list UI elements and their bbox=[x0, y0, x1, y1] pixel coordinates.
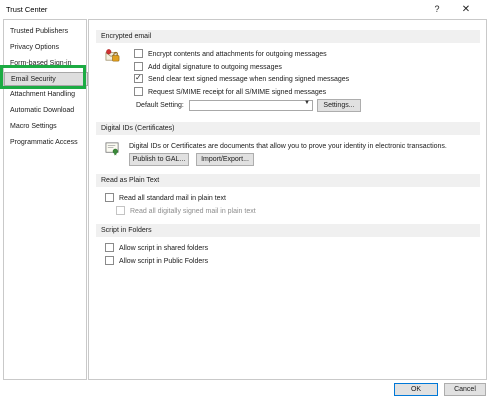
chevron-down-icon: ▼ bbox=[304, 100, 310, 106]
option-read-all-plain-text[interactable]: Read all standard mail in plain text bbox=[105, 193, 226, 204]
section-heading-read-as-plain-text: Read as Plain Text bbox=[96, 174, 480, 187]
cancel-button[interactable]: Cancel bbox=[444, 383, 486, 396]
read-signed-plain-text-label: Read all digitally signed mail in plain … bbox=[130, 208, 256, 215]
title-bar: Trust Center ? ✕ bbox=[0, 0, 490, 19]
section-heading-digital-ids: Digital IDs (Certificates) bbox=[96, 122, 480, 135]
default-setting-dropdown[interactable]: ▼ bbox=[189, 100, 313, 111]
publish-to-gal-button[interactable]: Publish to GAL... bbox=[129, 153, 189, 166]
settings-button[interactable]: Settings... bbox=[317, 99, 361, 112]
option-encrypt-contents[interactable]: Encrypt contents and attachments for out… bbox=[134, 49, 327, 60]
option-allow-script-public[interactable]: Allow script in Public Folders bbox=[105, 256, 208, 267]
option-request-smime-receipt[interactable]: Request S/MIME receipt for all S/MIME si… bbox=[134, 87, 326, 98]
ok-button[interactable]: OK bbox=[394, 383, 438, 396]
option-allow-script-shared[interactable]: Allow script in shared folders bbox=[105, 243, 208, 254]
sidebar-item-macro-settings[interactable]: Macro Settings bbox=[4, 120, 88, 134]
read-all-plain-text-label: Read all standard mail in plain text bbox=[119, 195, 227, 202]
sidebar-item-trusted-publishers[interactable]: Trusted Publishers bbox=[4, 25, 88, 39]
request-smime-receipt-label: Request S/MIME receipt for all S/MIME si… bbox=[148, 89, 327, 96]
window-title: Trust Center bbox=[6, 5, 48, 14]
sidebar-item-privacy-options[interactable]: Privacy Options bbox=[4, 41, 88, 55]
read-all-plain-text-checkbox[interactable] bbox=[105, 193, 114, 202]
section-heading-script-in-folders: Script in Folders bbox=[96, 224, 480, 237]
import-export-button[interactable]: Import/Export... bbox=[196, 153, 254, 166]
allow-script-public-checkbox[interactable] bbox=[105, 256, 114, 265]
read-signed-plain-text-checkbox bbox=[116, 206, 125, 215]
add-digital-signature-checkbox[interactable] bbox=[134, 62, 143, 71]
sidebar-item-programmatic-access[interactable]: Programmatic Access bbox=[4, 136, 88, 150]
encrypt-contents-label: Encrypt contents and attachments for out… bbox=[148, 51, 327, 58]
default-setting-label: Default Setting: bbox=[136, 102, 184, 109]
send-clear-text-checkbox[interactable] bbox=[134, 72, 143, 83]
sidebar-item-form-based-sign-in[interactable]: Form-based Sign-in bbox=[4, 57, 88, 71]
certificate-icon bbox=[105, 142, 119, 156]
allow-script-shared-label: Allow script in shared folders bbox=[119, 245, 209, 252]
option-read-signed-plain-text: Read all digitally signed mail in plain … bbox=[116, 206, 256, 217]
help-icon[interactable]: ? bbox=[428, 2, 446, 17]
sidebar-item-attachment-handling[interactable]: Attachment Handling bbox=[4, 88, 88, 102]
send-clear-text-label: Send clear text signed message when send… bbox=[148, 76, 350, 83]
add-digital-signature-label: Add digital signature to outgoing messag… bbox=[148, 64, 282, 71]
allow-script-shared-checkbox[interactable] bbox=[105, 243, 114, 252]
email-security-panel: Encrypted email Encrypt contents and att… bbox=[88, 19, 487, 380]
allow-script-public-label: Allow script in Public Folders bbox=[119, 258, 209, 265]
request-smime-receipt-checkbox[interactable] bbox=[134, 87, 143, 96]
option-send-clear-text[interactable]: Send clear text signed message when send… bbox=[134, 72, 350, 85]
sidebar-item-automatic-download[interactable]: Automatic Download bbox=[4, 104, 88, 118]
option-add-digital-signature[interactable]: Add digital signature to outgoing messag… bbox=[134, 62, 282, 73]
section-heading-encrypted-email: Encrypted email bbox=[96, 30, 480, 43]
close-icon[interactable]: ✕ bbox=[457, 2, 475, 17]
lock-envelope-icon bbox=[105, 49, 120, 62]
sidebar-nav: Trusted Publishers Privacy Options Form-… bbox=[3, 19, 88, 380]
sidebar-item-email-security[interactable]: Email Security bbox=[4, 72, 88, 86]
digital-ids-description: Digital IDs or Certificates are document… bbox=[129, 143, 447, 150]
encrypt-contents-checkbox[interactable] bbox=[134, 49, 143, 58]
